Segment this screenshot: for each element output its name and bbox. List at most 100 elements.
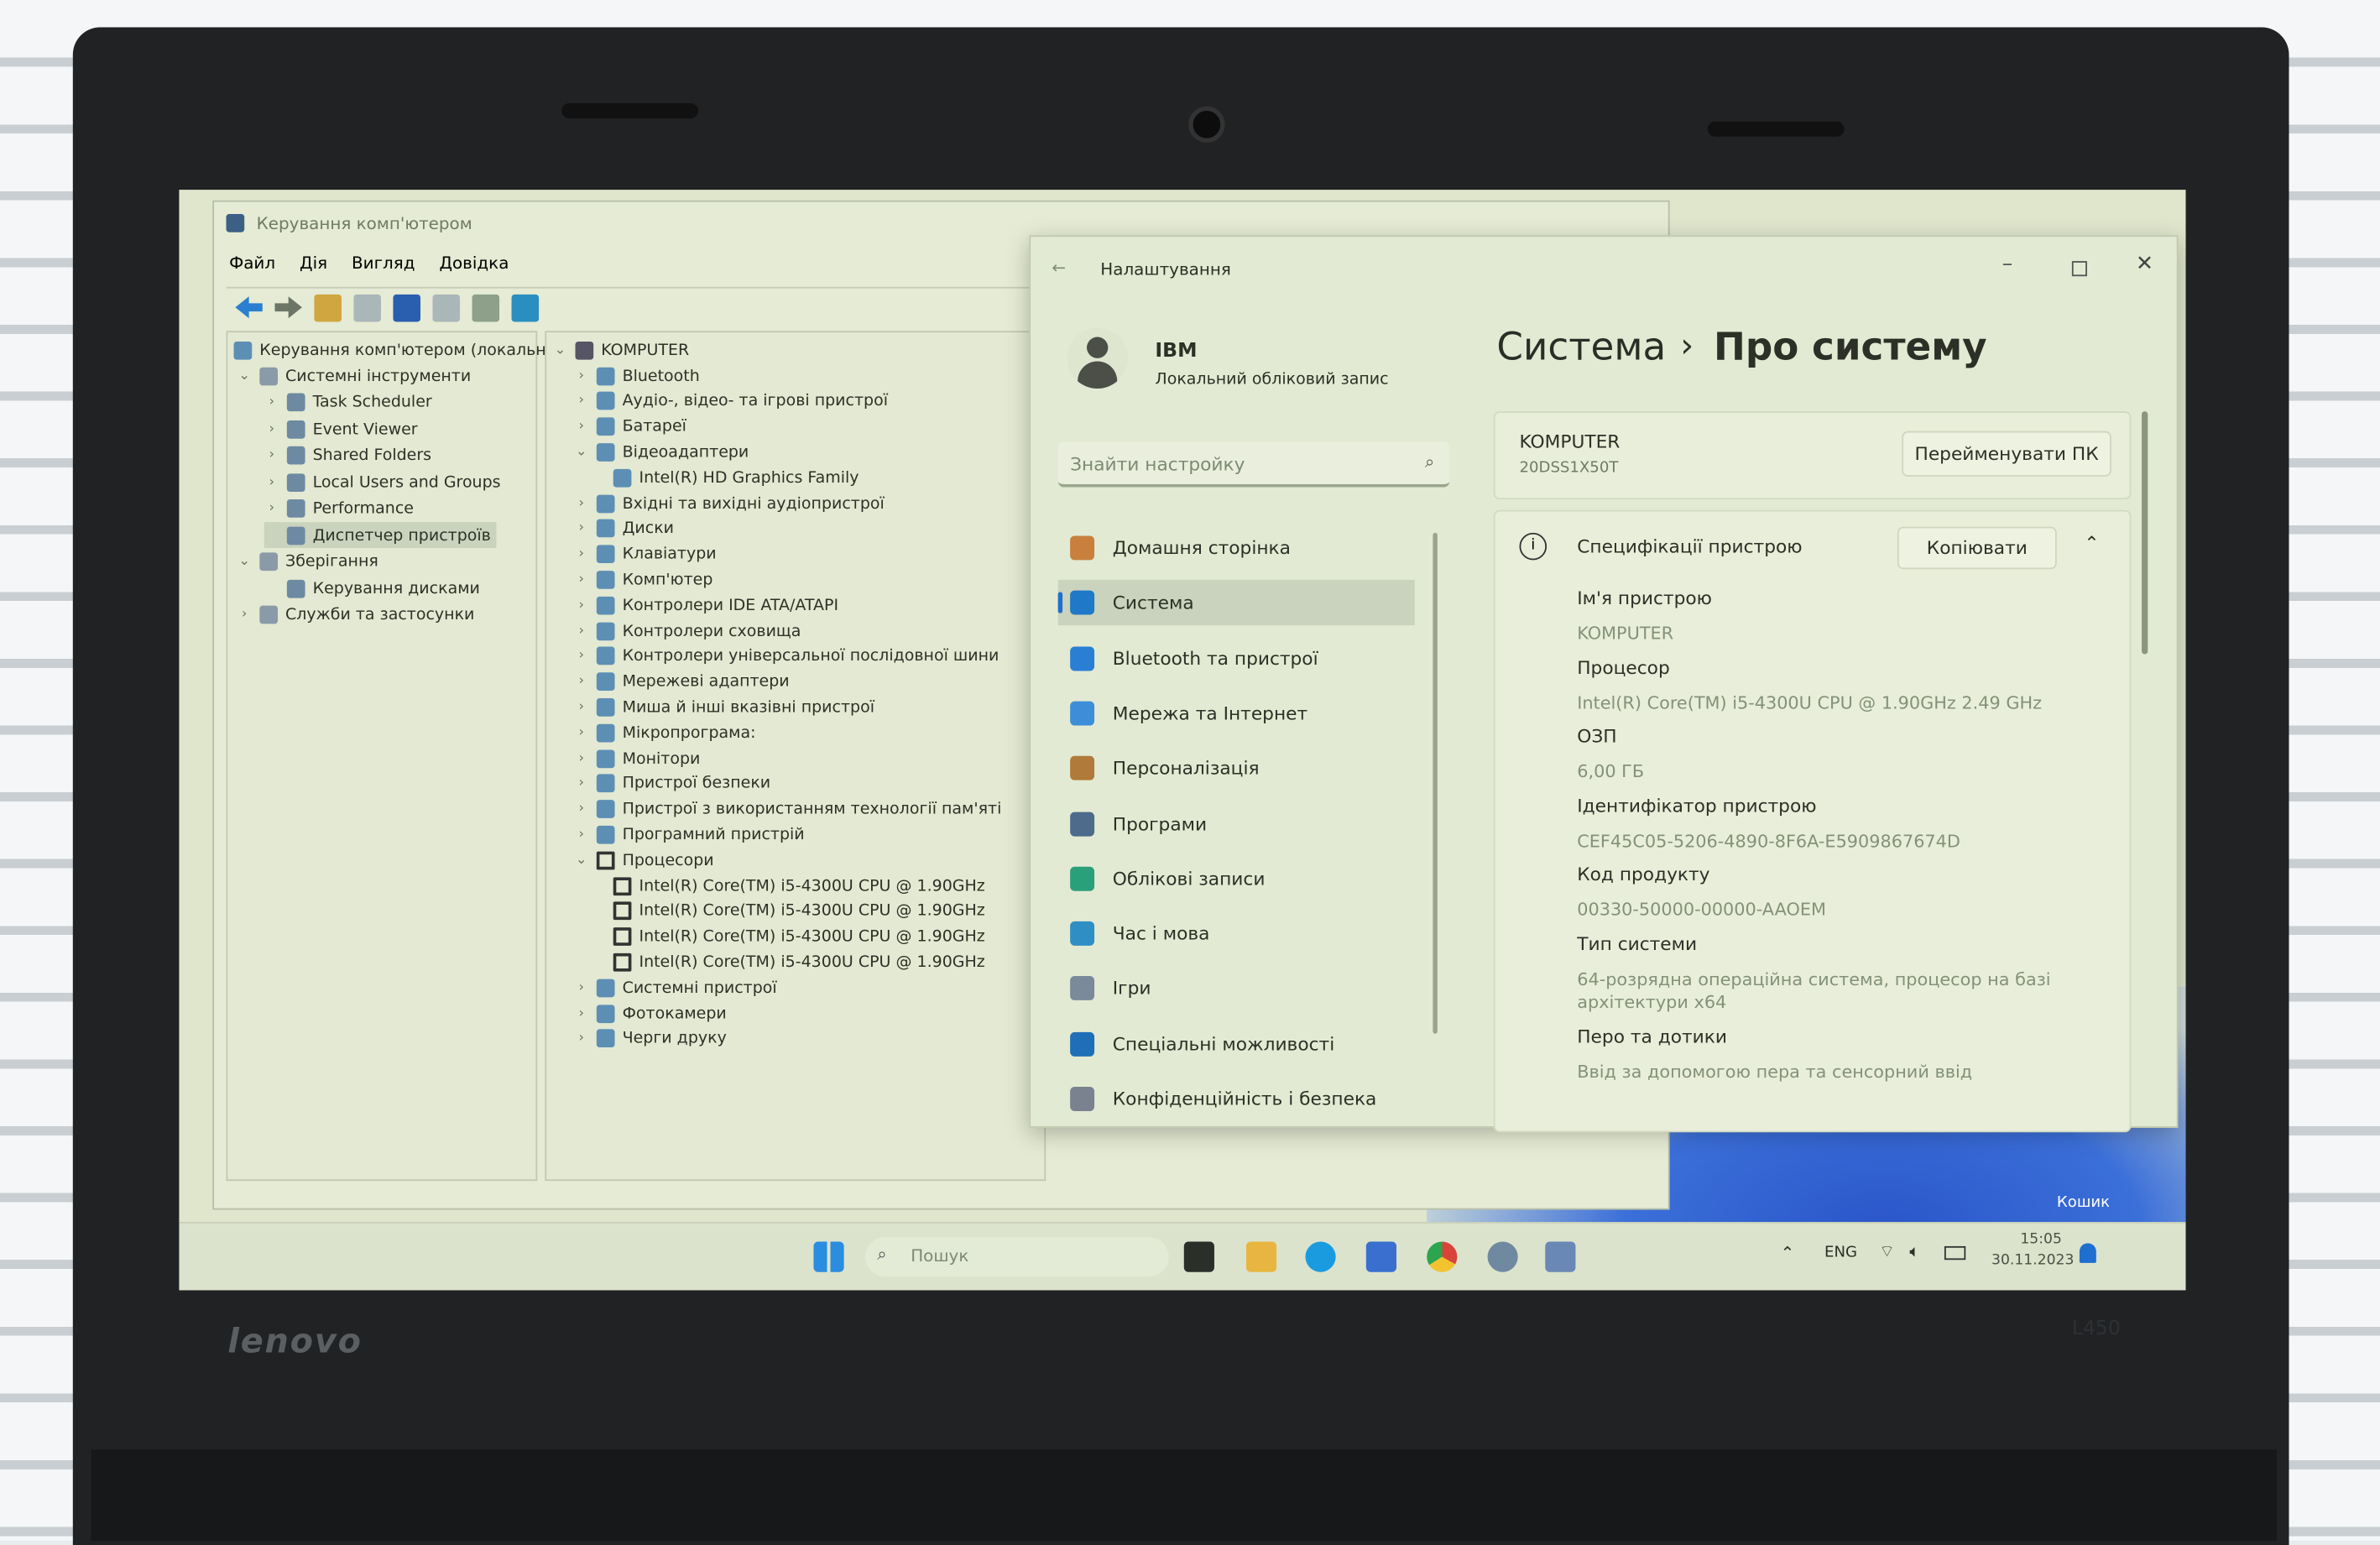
menu-help[interactable]: Довідка — [439, 253, 509, 274]
device-item[interactable]: Intel(R) Core(TM) i5-4300U CPU @ 1.90GHz — [613, 898, 985, 924]
device-item[interactable]: › Черги друку — [574, 1026, 727, 1052]
tree-item[interactable]: ⌄ Зберігання — [237, 549, 384, 575]
up-folder-icon[interactable] — [314, 293, 342, 321]
close-button[interactable]: ✕ — [2136, 252, 2153, 276]
content-scrollbar[interactable] — [2142, 411, 2148, 655]
chevron-right-icon[interactable]: › — [574, 827, 589, 843]
chevron-right-icon[interactable]: › — [574, 700, 589, 715]
device-item[interactable]: › Мережеві адаптери — [574, 669, 790, 695]
copy-button[interactable]: Копіювати — [1897, 526, 2057, 570]
breadcrumb-parent[interactable]: Система — [1496, 325, 1666, 368]
device-item[interactable]: Intel(R) Core(TM) i5-4300U CPU @ 1.90GHz — [613, 924, 985, 950]
settings-nav-item[interactable]: Домашня сторінка — [1058, 525, 1415, 571]
store-icon[interactable] — [1365, 1241, 1397, 1272]
nav-scrollbar[interactable] — [1433, 532, 1438, 1034]
chevron-right-icon[interactable]: › — [574, 750, 589, 765]
action-pane-icon[interactable] — [432, 293, 461, 321]
settings-nav-item[interactable]: Час і мова — [1058, 911, 1415, 956]
chevron-right-icon[interactable]: › — [574, 725, 589, 740]
back-arrow-icon[interactable]: ← — [1052, 258, 1066, 278]
device-item[interactable]: Intel(R) HD Graphics Family — [613, 465, 859, 491]
file-explorer-icon[interactable] — [1245, 1241, 1277, 1272]
taskbar-search[interactable]: ⌕ Пошук — [864, 1237, 1169, 1277]
maximize-button[interactable] — [2071, 261, 2087, 277]
settings-nav-item[interactable]: Конфіденційність і безпека — [1058, 1076, 1415, 1121]
settings-nav-item[interactable]: Програми — [1058, 801, 1415, 846]
battery-icon[interactable] — [1944, 1245, 1966, 1261]
recycle-bin-label[interactable]: Кошик — [2057, 1194, 2110, 1211]
chevron-right-icon[interactable]: › — [574, 546, 589, 561]
device-item[interactable]: › Фотокамери — [574, 1000, 727, 1026]
chevron-down-icon[interactable]: ⌄ — [237, 554, 252, 569]
spec-value[interactable]: Ввід за допомогою пера та сенсорний ввід — [1577, 1060, 2063, 1083]
chevron-down-icon[interactable]: ⌄ — [237, 368, 252, 384]
chevron-right-icon[interactable]: › — [574, 394, 589, 409]
settings-search-input[interactable]: Знайти настройку ⌕ — [1057, 441, 1450, 488]
device-item[interactable]: › Bluetooth — [574, 363, 700, 389]
properties-icon[interactable] — [472, 293, 500, 321]
chevron-right-icon[interactable]: › — [574, 1005, 589, 1020]
chevron-down-icon[interactable]: ⌄ — [574, 445, 589, 460]
volume-icon[interactable]: 🔈︎ — [1909, 1242, 1919, 1263]
device-item[interactable]: › Пристрої безпеки — [574, 770, 770, 796]
chevron-right-icon[interactable]: › — [574, 623, 589, 638]
settings-nav-item[interactable]: Облікові записи — [1058, 856, 1415, 901]
menu-action[interactable]: Дія — [300, 253, 327, 274]
device-item[interactable]: › Вхідні та вихідні аудіопристрої — [574, 490, 885, 516]
chevron-down-icon[interactable]: ⌄ — [552, 342, 567, 358]
show-hide-tree-icon[interactable] — [353, 293, 381, 321]
chevron-right-icon[interactable]: › — [264, 394, 279, 410]
chevron-right-icon[interactable]: › — [574, 521, 589, 536]
device-item[interactable]: ⌄ Відеоадаптери — [574, 439, 749, 465]
chevron-right-icon[interactable]: › — [264, 421, 279, 436]
spec-value[interactable]: 00330-50000-00000-AAOEM — [1577, 899, 2063, 921]
device-item[interactable]: ⌄ Процесори — [574, 848, 714, 874]
settings-nav-item[interactable]: Персоналізація — [1058, 745, 1415, 791]
chevron-right-icon[interactable]: › — [574, 801, 589, 817]
tree-item[interactable]: ⌄ Системні інструменти — [237, 363, 477, 389]
tree-item[interactable]: › Event Viewer — [264, 416, 424, 442]
device-item[interactable]: › Контролери універсальної послідовної ши… — [574, 644, 999, 670]
tree-root[interactable]: Керування комп'ютером (локальний) — [233, 337, 573, 363]
spec-value[interactable]: 64-розрядна операційна система, процесор… — [1577, 968, 2063, 1013]
clock-date[interactable]: 30.11.2023 — [1991, 1252, 2074, 1269]
device-item[interactable]: › Пристрої з використанням технології пам… — [574, 796, 1001, 822]
device-item[interactable]: › Контролери IDE ATA/ATAPI — [574, 592, 838, 619]
chevron-right-icon[interactable]: › — [264, 448, 279, 463]
settings-gear-icon[interactable] — [1487, 1241, 1518, 1272]
spec-value[interactable]: 6,00 ГБ — [1577, 760, 2063, 783]
settings-nav-item[interactable]: Спеціальні можливості — [1058, 1021, 1415, 1067]
rename-pc-button[interactable]: Перейменувати ПК — [1902, 431, 2111, 477]
help-icon[interactable] — [393, 293, 421, 321]
spec-value[interactable]: KOMPUTER — [1577, 623, 2063, 645]
chevron-right-icon[interactable]: › — [574, 776, 589, 791]
menu-file[interactable]: Файл — [229, 253, 275, 274]
device-item[interactable]: › Програмний пристрій — [574, 822, 805, 848]
chevron-right-icon[interactable]: › — [574, 419, 589, 434]
chevron-right-icon[interactable]: › — [574, 980, 589, 995]
tree-item[interactable]: Диспетчер пристроїв — [264, 522, 498, 548]
device-item[interactable]: › Диски — [574, 516, 674, 542]
device-item[interactable]: › Комп'ютер — [574, 566, 712, 592]
spec-value[interactable]: CEF45C05-5206-4890-8F6A-E5909867674D — [1577, 829, 2063, 852]
minimize-button[interactable]: – — [2002, 252, 2013, 276]
tree-item[interactable]: › Служби та застосунки — [237, 602, 480, 628]
tree-item[interactable]: Керування дисками — [264, 575, 486, 601]
device-item[interactable]: › Батареї — [574, 414, 686, 440]
device-item[interactable]: › Миша й інші вказівні пристрої — [574, 694, 874, 720]
device-item[interactable]: › Монітори — [574, 745, 700, 771]
language-indicator[interactable]: ENG — [1824, 1245, 1857, 1261]
chevron-right-icon[interactable]: › — [574, 368, 589, 384]
spec-value[interactable]: Intel(R) Core(TM) i5-4300U CPU @ 1.90GHz… — [1577, 692, 2063, 714]
collapse-chevron-icon[interactable]: ⌃ — [2084, 533, 2099, 554]
chevron-down-icon[interactable]: ⌄ — [574, 853, 589, 868]
wifi-icon[interactable]: ⌔ — [1879, 1242, 1895, 1263]
tree-item[interactable]: › Performance — [264, 496, 420, 522]
device-item[interactable]: › Аудіо-, відео- та ігрові пристрої — [574, 389, 888, 415]
edge-icon[interactable] — [1305, 1241, 1336, 1272]
chevron-right-icon[interactable]: › — [574, 496, 589, 511]
device-item[interactable]: › Мікропрограма: — [574, 720, 756, 746]
settings-nav-item[interactable]: Bluetooth та пристрої — [1058, 635, 1415, 681]
chevron-right-icon[interactable]: › — [574, 649, 589, 664]
device-item[interactable]: Intel(R) Core(TM) i5-4300U CPU @ 1.90GHz — [613, 949, 985, 975]
